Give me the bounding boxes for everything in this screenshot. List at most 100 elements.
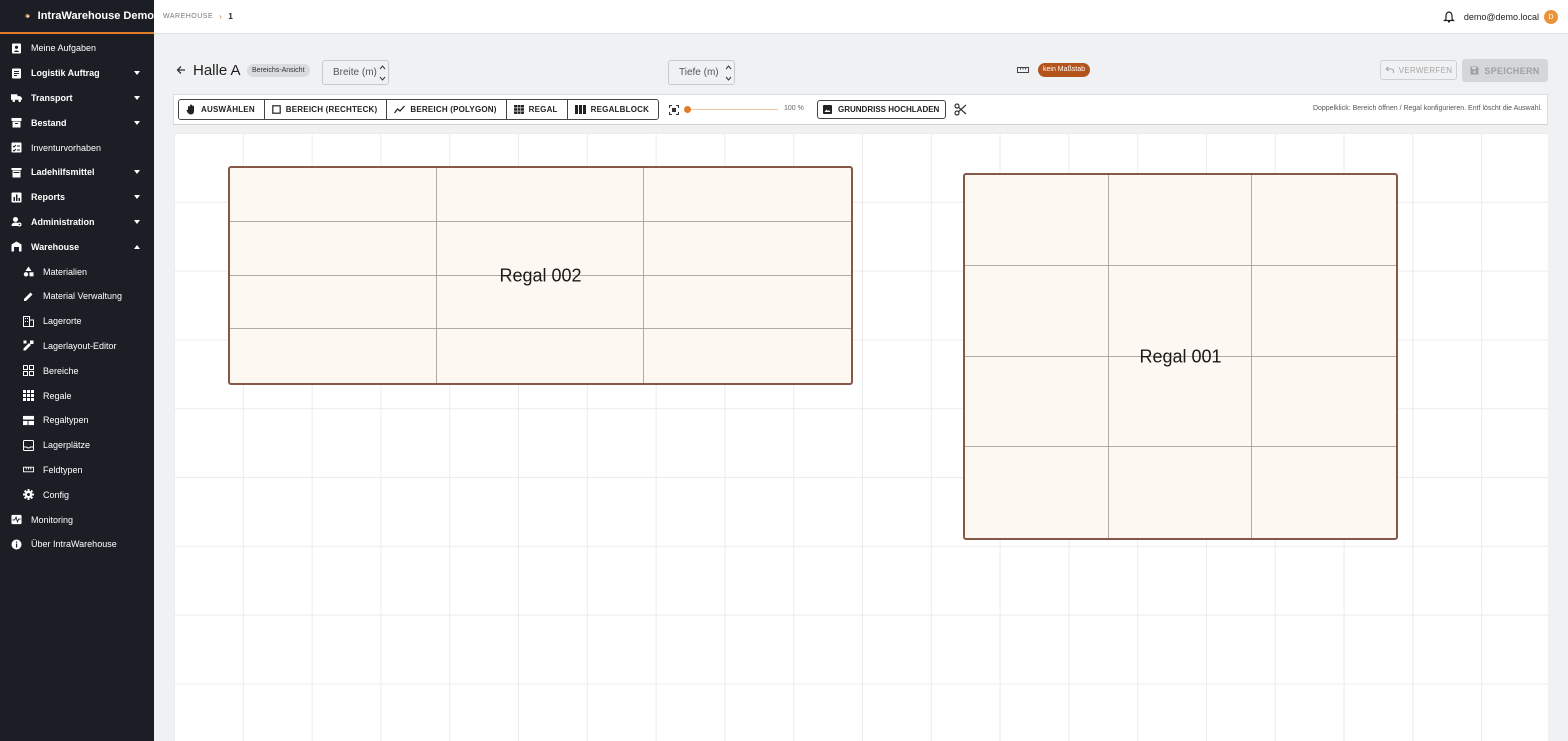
sidebar-subitem-config[interactable]: Config — [0, 482, 154, 507]
sidebar-subitem-label: Lagerlayout-Editor — [43, 340, 117, 351]
rack-slot — [437, 329, 644, 383]
avatar[interactable]: D — [1544, 10, 1558, 24]
number-spinner-icon[interactable] — [725, 64, 732, 82]
sidebar-item-label: Administration — [31, 216, 95, 227]
tool-area-polygon[interactable]: BEREICH (POLYGON) — [387, 100, 507, 119]
hand-icon — [186, 104, 194, 115]
app-logo-icon — [25, 14, 30, 18]
app-title: IntraWarehouse Demo — [37, 10, 154, 22]
sidebar-item-label: Transport — [31, 92, 73, 103]
scale-badge: kein Maßstab — [1038, 63, 1091, 77]
sidebar-item-administration[interactable]: Administration — [0, 210, 154, 235]
number-spinner-icon[interactable] — [379, 64, 386, 82]
rack-regal-002[interactable]: Regal 002 — [228, 166, 853, 385]
rack-slot — [1252, 447, 1396, 538]
sidebar-item-label: Logistik Auftrag — [31, 68, 100, 79]
building-icon — [23, 315, 34, 327]
sidebar-item-logistik-auftrag[interactable]: Logistik Auftrag — [0, 61, 154, 86]
tool-select[interactable]: AUSWÄHLEN — [179, 100, 265, 119]
sidebar-subitem-regaltypen[interactable]: Regaltypen — [0, 408, 154, 433]
zoom-slider-thumb[interactable] — [684, 106, 691, 113]
back-arrow-icon[interactable] — [175, 64, 187, 76]
sidebar-subitem-material-verwaltung[interactable]: Material Verwaltung — [0, 284, 154, 309]
sidebar-item-bestand[interactable]: Bestand — [0, 110, 154, 135]
pencil-icon — [23, 291, 34, 302]
rack-slot — [1252, 266, 1396, 357]
sidebar-item-label: Inventurvorhaben — [31, 142, 102, 153]
sidebar-item-label: Ladehilfsmittel — [31, 167, 95, 178]
polyline-icon — [394, 105, 406, 114]
tool-rack-label: REGAL — [528, 105, 558, 114]
sidebar-subitem-regale[interactable]: Regale — [0, 383, 154, 408]
sidebar-subitem-bereiche[interactable]: Bereiche — [0, 358, 154, 383]
checklist-icon — [11, 142, 22, 153]
sidebar-item-warehouse[interactable]: Warehouse — [0, 234, 154, 259]
inventory-box-icon — [11, 117, 22, 128]
brand[interactable]: IntraWarehouse Demo — [0, 0, 154, 34]
sidebar-subitem-lagerlayout-editor[interactable]: Lagerlayout-Editor — [0, 334, 154, 359]
rack-grid-icon — [513, 105, 524, 114]
sidebar-subitem-materialien[interactable]: Materialien — [0, 259, 154, 284]
rack-slot — [1252, 175, 1396, 266]
sidebar-subitem-label: Lagerorte — [43, 316, 82, 327]
upload-floorplan-button[interactable]: GRUNDRISS HOCHLADEN — [817, 100, 947, 119]
sidebar-item-label: Monitoring — [31, 514, 74, 525]
sidebar-item-monitoring[interactable]: Monitoring — [0, 507, 154, 532]
ruler-icon[interactable] — [1017, 65, 1029, 75]
sidebar-subitem-label: Material Verwaltung — [43, 291, 123, 302]
chevron-down-icon — [134, 219, 140, 224]
tool-area-rectangle[interactable]: BEREICH (RECHTECK) — [264, 100, 388, 119]
depth-field[interactable]: Tiefe (m) — [668, 60, 735, 85]
sidebar: IntraWarehouse Demo Meine Aufgaben Logis… — [0, 0, 154, 741]
sidebar-nav: Meine Aufgaben Logistik Auftrag Transpor… — [0, 34, 154, 557]
chevron-down-icon — [134, 95, 140, 100]
shapes-icon — [23, 266, 34, 277]
discard-button[interactable]: VERWERFEN — [1380, 60, 1457, 80]
zoom-slider-track[interactable] — [684, 109, 778, 110]
rack-regal-001[interactable]: Regal 001 — [963, 173, 1398, 540]
save-button[interactable]: SPEICHERN — [1462, 59, 1548, 82]
sidebar-item-inventurvorhaben[interactable]: Inventurvorhaben — [0, 135, 154, 160]
sidebar-subitem-lagerplaetze[interactable]: Lagerplätze — [0, 433, 154, 458]
tool-area-rectangle-label: BEREICH (RECHTECK) — [285, 105, 378, 114]
rack-slot — [644, 168, 851, 222]
sidebar-item-label: Bestand — [31, 117, 67, 128]
width-field[interactable]: Breite (m) — [322, 60, 389, 85]
rack-slot — [965, 447, 1109, 538]
truck-icon — [11, 92, 22, 103]
tool-rack[interactable]: REGAL — [506, 100, 568, 119]
fit-to-screen-icon[interactable] — [669, 105, 679, 115]
scissors-icon[interactable] — [954, 103, 967, 116]
user-email[interactable]: demo@demo.local — [1464, 12, 1539, 22]
tool-rack-block-label: REGALBLOCK — [590, 105, 650, 114]
tool-rack-block[interactable]: REGALBLOCK — [567, 100, 659, 119]
sidebar-item-label: Meine Aufgaben — [31, 43, 97, 54]
layout-canvas[interactable]: Regal 002 Regal 001 — [174, 133, 1548, 741]
bell-icon[interactable] — [1442, 11, 1455, 23]
save-label: SPEICHERN — [1484, 65, 1540, 76]
ruler-icon — [23, 464, 34, 475]
rack-label: Regal 002 — [499, 265, 582, 285]
breadcrumb-separator: › — [219, 12, 223, 21]
rack-slot — [230, 168, 437, 222]
sidebar-item-meine-aufgaben[interactable]: Meine Aufgaben — [0, 36, 154, 61]
rack-slot — [1252, 357, 1396, 448]
chevron-up-icon — [134, 244, 140, 249]
sidebar-subitem-label: Materialien — [43, 266, 88, 277]
sidebar-item-transport[interactable]: Transport — [0, 86, 154, 111]
sidebar-subitem-lagerorte[interactable]: Lagerorte — [0, 309, 154, 334]
sidebar-item-ueber[interactable]: Über IntraWarehouse — [0, 532, 154, 557]
chart-icon — [11, 192, 22, 203]
chevron-down-icon — [134, 170, 140, 175]
design-edit-icon — [23, 340, 34, 351]
sidebar-item-ladehilfsmittel[interactable]: Ladehilfsmittel — [0, 160, 154, 185]
sidebar-item-reports[interactable]: Reports — [0, 185, 154, 210]
sidebar-subitem-label: Lagerplätze — [43, 440, 91, 451]
page-title: Halle A — [193, 62, 241, 79]
sidebar-subitem-feldtypen[interactable]: Feldtypen — [0, 458, 154, 483]
breadcrumb-root[interactable]: WAREHOUSE — [163, 13, 213, 20]
warehouse-icon — [11, 241, 22, 252]
info-icon — [11, 539, 22, 550]
tool-area-polygon-label: BEREICH (POLYGON) — [410, 105, 497, 114]
rack-slot — [1108, 356, 1253, 448]
